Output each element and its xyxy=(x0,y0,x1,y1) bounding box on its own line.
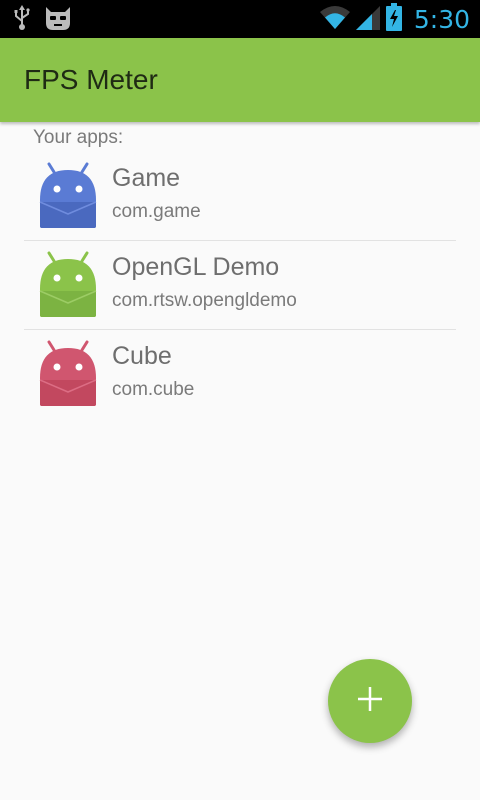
status-bar: 5:30 xyxy=(0,0,480,38)
app-name: Game xyxy=(112,164,181,192)
app-package: com.game xyxy=(112,201,201,222)
list-item-game[interactable]: Game com.game xyxy=(24,152,456,241)
battery-charging-icon xyxy=(385,3,402,36)
app-name: Cube xyxy=(112,342,172,370)
status-time: 5:30 xyxy=(413,4,470,34)
app-title: FPS Meter xyxy=(24,64,158,95)
android-robot-icon xyxy=(36,251,100,319)
android-robot-icon xyxy=(36,340,100,408)
app-list: Game com.game OpenGL Demo com.rtsw.openg… xyxy=(24,152,456,418)
section-header: Your apps: xyxy=(33,127,124,148)
status-bar-right: 5:30 xyxy=(319,3,470,36)
cyanogen-mascot-icon xyxy=(44,5,72,36)
wifi-icon xyxy=(319,4,350,35)
app-package: com.rtsw.opengldemo xyxy=(112,290,297,311)
usb-icon xyxy=(14,5,30,36)
screen: 5:30 FPS Meter Your apps: Game com.game … xyxy=(0,0,480,800)
app-bar: FPS Meter xyxy=(0,38,480,122)
signal-icon xyxy=(355,4,380,35)
list-item-opengl-demo[interactable]: OpenGL Demo com.rtsw.opengldemo xyxy=(24,241,456,330)
list-item-cube[interactable]: Cube com.cube xyxy=(24,330,456,418)
add-app-button[interactable] xyxy=(328,659,412,743)
plus-icon xyxy=(356,685,384,718)
android-robot-icon xyxy=(36,162,100,230)
status-bar-left xyxy=(14,5,72,36)
app-package: com.cube xyxy=(112,379,195,400)
app-name: OpenGL Demo xyxy=(112,253,280,281)
